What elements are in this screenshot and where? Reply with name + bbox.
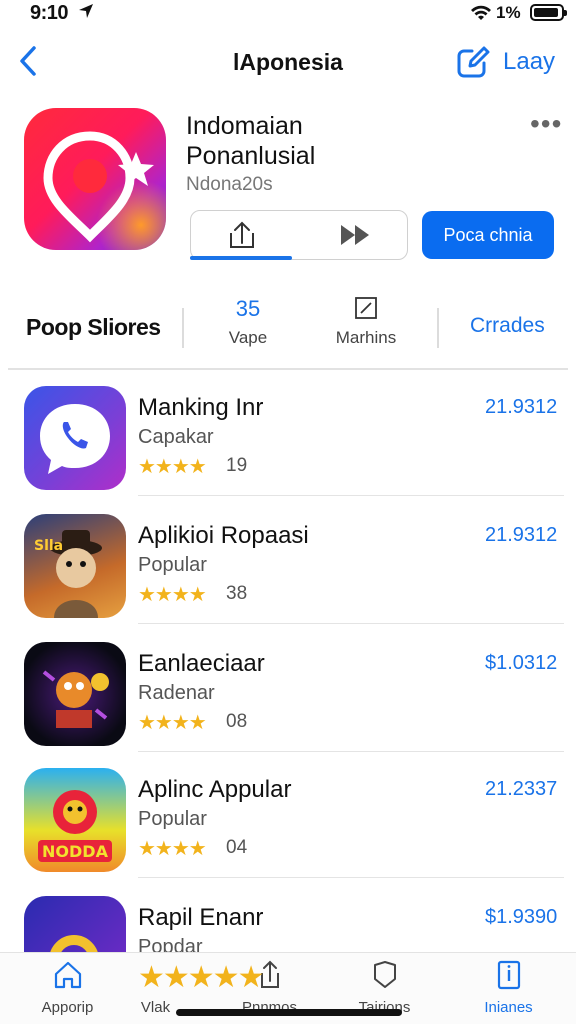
app-title: Aplikioi Ropaasi xyxy=(138,522,309,549)
rating-stars: ★★★★ xyxy=(138,838,207,860)
tab-info[interactable]: Inianes xyxy=(451,953,566,1024)
segment-play[interactable] xyxy=(303,211,407,258)
stats-mid-label: Marhins xyxy=(335,328,397,347)
app-price[interactable]: $1.9390 xyxy=(485,906,557,929)
status-bar: 9:10 1% xyxy=(0,0,576,28)
list-item[interactable]: Eanlaeciaar Radenar ★★★★ 08 $1.0312 xyxy=(0,624,576,752)
app-price[interactable]: 21.2337 xyxy=(485,778,557,801)
app-price[interactable]: 21.9312 xyxy=(485,524,557,547)
rating-count: 04 xyxy=(226,837,248,858)
bookmark-icon xyxy=(374,961,396,988)
character-icon xyxy=(42,670,109,728)
svg-text:Slla: Slla xyxy=(34,538,63,554)
rating-stars: ★★★★ xyxy=(138,584,207,606)
app-subtitle: Popular xyxy=(138,554,207,576)
divider xyxy=(437,308,439,348)
stats-count-label: Vape xyxy=(228,328,268,347)
compose-icon[interactable] xyxy=(456,46,490,78)
battery-percent: 1% xyxy=(496,3,521,22)
segment-active-indicator xyxy=(190,256,292,260)
divider xyxy=(182,308,184,348)
app-icon xyxy=(24,386,126,490)
character-icon: Slla xyxy=(34,530,102,618)
app-icon xyxy=(24,642,126,746)
battery-icon xyxy=(530,4,567,21)
app-title: Eanlaeciaar xyxy=(138,650,265,677)
edit-square-icon xyxy=(355,297,377,319)
stats-section-label: Poop Sliores xyxy=(26,314,161,340)
featured-app-developer: Ndona20s xyxy=(186,174,273,195)
list-item[interactable]: Manking Inr Capakar ★★★★ 19 21.9312 xyxy=(0,368,576,496)
home-icon xyxy=(54,961,82,989)
app-price[interactable]: $1.0312 xyxy=(485,652,557,675)
info-icon xyxy=(497,960,521,990)
app-subtitle: Popular xyxy=(138,808,207,830)
stats-count: 35 xyxy=(235,296,261,321)
phone-chat-icon xyxy=(40,404,110,474)
rating-stars: ★★★★ xyxy=(138,712,207,734)
app-subtitle: Radenar xyxy=(138,682,215,704)
list-item[interactable]: NODDA Aplinc Appular Popular ★★★★ 04 21.… xyxy=(0,750,576,878)
rating-count: 38 xyxy=(226,583,248,604)
app-title: Rapil Enanr xyxy=(138,904,264,931)
list-item[interactable]: Slla Aplikioi Ropaasi Popular ★★★★ 38 21… xyxy=(0,496,576,624)
more-options-button[interactable]: ••• xyxy=(530,108,562,140)
smiley-logo-icon: NODDA xyxy=(38,790,112,862)
map-pin-icon xyxy=(43,131,154,243)
tab-label: Inianes xyxy=(484,999,533,1016)
segmented-control xyxy=(190,210,408,260)
rating-count: 19 xyxy=(226,455,248,476)
get-button[interactable]: Poca chnia xyxy=(422,211,554,259)
app-title: Manking Inr xyxy=(138,394,264,421)
rating-stars-overlay: ★★★★★ xyxy=(138,961,264,994)
stats-row: Poop Sliores 35 Vape Marhins Crrades xyxy=(0,290,576,366)
featured-app-title: Indomaian xyxy=(186,112,303,140)
share-icon xyxy=(230,221,254,248)
nav-right-button[interactable]: Laay xyxy=(503,48,555,76)
navigation-bar: lAponesia Laay xyxy=(0,40,576,86)
svg-text:NODDA: NODDA xyxy=(42,842,109,861)
rating-count: 08 xyxy=(226,711,248,732)
location-arrow-icon xyxy=(79,4,93,18)
play-forward-icon xyxy=(341,225,369,245)
home-indicator xyxy=(176,1009,402,1016)
segment-share[interactable] xyxy=(191,211,293,258)
featured-app-icon[interactable] xyxy=(24,108,166,250)
app-price[interactable]: 21.9312 xyxy=(485,396,557,419)
app-icon: NODDA xyxy=(24,768,126,872)
app-title: Aplinc Appular xyxy=(138,776,292,803)
wifi-icon xyxy=(471,5,491,20)
status-time: 9:10 xyxy=(30,2,69,24)
app-icon: Slla xyxy=(24,514,126,618)
stats-right-link[interactable]: Crrades xyxy=(470,314,545,338)
rating-stars: ★★★★ xyxy=(138,456,207,478)
app-subtitle: Capakar xyxy=(138,426,214,448)
featured-app-title-line2: Ponanlusial xyxy=(186,142,316,170)
